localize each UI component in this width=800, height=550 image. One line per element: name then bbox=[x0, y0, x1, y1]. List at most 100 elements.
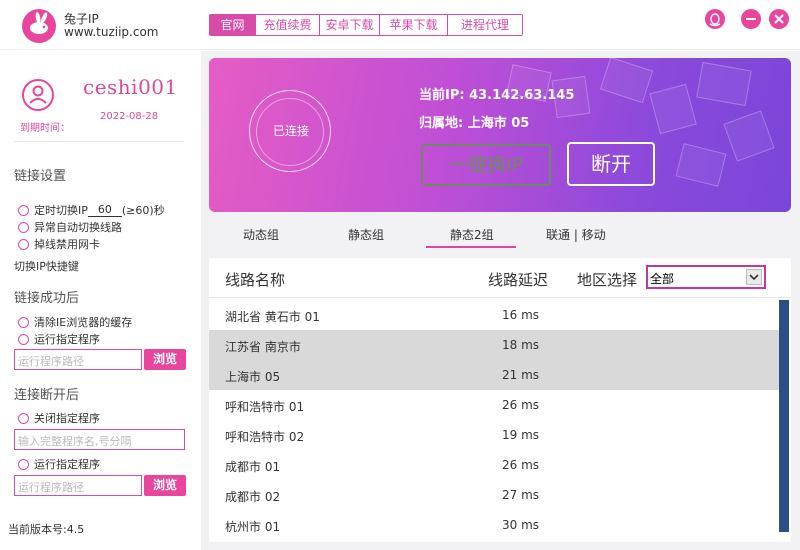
top-nav: 官网 充值续费 安卓下载 苹果下载 进程代理 bbox=[209, 14, 523, 36]
settings-sidebar: ceshi001 到期时间： 2022-08-28 链接设置 定时切换IP 60… bbox=[0, 51, 200, 550]
chevron-down-icon[interactable] bbox=[746, 269, 762, 285]
clear-cache-option[interactable]: 清除IE浏览器的缓存 bbox=[18, 314, 132, 330]
list-item[interactable]: 呼和浩特市 01 26 ms bbox=[209, 390, 779, 420]
current-ip: 当前IP: 43.142.63.145 bbox=[419, 88, 575, 103]
nav-android-download[interactable]: 安卓下载 bbox=[320, 15, 380, 35]
connection-banner: 已连接 当前IP: 43.142.63.145 归属地: 上海市 05 一键换I… bbox=[209, 58, 791, 212]
line-name: 杭州市 01 bbox=[225, 520, 281, 534]
decorative-tile bbox=[599, 58, 654, 104]
timed-switch-option[interactable]: 定时切换IP 60 (≥60)秒 bbox=[18, 202, 165, 218]
qq-icon[interactable] bbox=[705, 9, 725, 29]
expire-label: 到期时间： bbox=[20, 123, 70, 134]
clear-cache-radio[interactable] bbox=[18, 316, 29, 328]
line-list-header: 线路名称 线路延迟 地区选择 全部 bbox=[209, 258, 791, 298]
line-name: 上海市 05 bbox=[225, 370, 281, 384]
run-program-option[interactable]: 运行指定程序 bbox=[18, 331, 100, 347]
list-item[interactable]: 成都市 01 26 ms bbox=[209, 450, 779, 480]
connection-status-text: 已连接 bbox=[273, 124, 310, 138]
expire-date: 2022-08-28 bbox=[100, 111, 159, 122]
ip-location: 归属地: 上海市 05 bbox=[419, 116, 530, 131]
run-program-option-2[interactable]: 运行指定程序 bbox=[18, 456, 100, 472]
decorative-tile bbox=[675, 143, 727, 187]
run-program-radio-2[interactable] bbox=[18, 458, 29, 470]
region-select[interactable]: 全部 bbox=[646, 265, 766, 289]
minimize-icon[interactable] bbox=[741, 9, 761, 29]
list-item[interactable]: 湖北省 黄石市 01 16 ms bbox=[209, 300, 779, 330]
username: ceshi001 bbox=[83, 75, 178, 99]
timed-switch-suffix: (≥60)秒 bbox=[121, 204, 165, 217]
divider bbox=[14, 141, 184, 142]
list-item[interactable]: 杭州市 01 30 ms bbox=[209, 510, 779, 540]
timed-switch-seconds-input[interactable]: 60 bbox=[87, 203, 122, 217]
timed-switch-radio[interactable] bbox=[18, 204, 29, 216]
line-latency: 26 ms bbox=[502, 458, 540, 472]
auto-switch-option[interactable]: 异常自动切换线路 bbox=[18, 219, 122, 235]
tab-unicom-mobile[interactable]: 联通 | 移动 bbox=[546, 226, 606, 243]
title-bar: 兔子IP www.tuziip.com 官网 充值续费 安卓下载 苹果下载 进程… bbox=[0, 0, 800, 50]
line-name: 湖北省 黄石市 01 bbox=[225, 310, 320, 324]
auto-switch-label: 异常自动切换线路 bbox=[34, 221, 122, 234]
list-item[interactable]: 呼和浩特市 02 19 ms bbox=[209, 420, 779, 450]
run-program-label: 运行指定程序 bbox=[34, 333, 100, 346]
on-disconnect-title: 连接断开后 bbox=[14, 388, 80, 403]
browse-button[interactable]: 浏览 bbox=[144, 349, 186, 370]
line-latency: 21 ms bbox=[502, 368, 540, 382]
close-program-radio[interactable] bbox=[18, 412, 29, 424]
decorative-tile bbox=[696, 61, 752, 107]
line-name: 成都市 02 bbox=[225, 490, 281, 504]
col-line-name: 线路名称 bbox=[225, 271, 286, 289]
col-line-latency: 线路延迟 bbox=[488, 271, 549, 289]
line-name: 成都市 01 bbox=[225, 460, 281, 474]
group-tabs: 动态组 静态组 静态2组 联通 | 移动 bbox=[209, 218, 791, 248]
scrollbar-thumb[interactable] bbox=[779, 300, 789, 532]
list-scrollbar[interactable] bbox=[779, 300, 789, 532]
line-latency: 19 ms bbox=[502, 428, 540, 442]
close-icon[interactable] bbox=[769, 9, 789, 29]
nav-recharge[interactable]: 充值续费 bbox=[256, 15, 320, 35]
decorative-tile bbox=[723, 110, 775, 162]
close-program-option[interactable]: 关闭指定程序 bbox=[18, 410, 100, 426]
run-program-label-2: 运行指定程序 bbox=[34, 458, 100, 471]
program-path-input-2[interactable]: 运行程序路径 bbox=[14, 475, 142, 496]
list-item[interactable]: 上海市 05 21 ms bbox=[209, 360, 779, 390]
line-list: 湖北省 黄石市 01 16 ms 江苏省 南京市 18 ms 上海市 05 21… bbox=[209, 300, 779, 540]
line-list-panel: 线路名称 线路延迟 地区选择 全部 湖北省 黄石市 01 16 ms 江苏省 南… bbox=[209, 258, 791, 542]
disable-nic-option[interactable]: 掉线禁用网卡 bbox=[18, 236, 100, 252]
region-label: 地区选择 bbox=[577, 271, 638, 289]
app-url: www.tuziip.com bbox=[64, 25, 159, 39]
nav-ios-download[interactable]: 苹果下载 bbox=[380, 15, 448, 35]
disconnect-button[interactable]: 断开 bbox=[567, 142, 655, 186]
nav-process-proxy[interactable]: 进程代理 bbox=[448, 15, 522, 35]
line-name: 江苏省 南京市 bbox=[225, 340, 301, 354]
line-latency: 30 ms bbox=[502, 518, 540, 532]
timed-switch-label: 定时切换IP bbox=[34, 204, 88, 217]
link-settings-title: 链接设置 bbox=[14, 169, 67, 184]
switch-ip-button[interactable]: 一键换IP bbox=[421, 144, 551, 186]
close-program-input[interactable]: 输入完整程序名,号分隔 bbox=[14, 429, 185, 450]
nav-official-site[interactable]: 官网 bbox=[210, 15, 256, 35]
run-program-radio[interactable] bbox=[18, 333, 29, 345]
region-select-value: 全部 bbox=[650, 272, 675, 286]
list-item[interactable]: 江苏省 南京市 18 ms bbox=[209, 330, 779, 360]
shortcut-label[interactable]: 切换IP快捷键 bbox=[14, 258, 79, 274]
line-latency: 26 ms bbox=[502, 398, 540, 412]
line-latency: 27 ms bbox=[502, 488, 540, 502]
decorative-tile bbox=[649, 83, 697, 135]
line-latency: 18 ms bbox=[502, 338, 540, 352]
tab-dynamic-group[interactable]: 动态组 bbox=[243, 226, 279, 243]
line-name: 呼和浩特市 01 bbox=[225, 400, 305, 414]
disable-nic-label: 掉线禁用网卡 bbox=[34, 238, 100, 251]
clear-cache-label: 清除IE浏览器的缓存 bbox=[34, 316, 133, 329]
tab-static-group[interactable]: 静态组 bbox=[348, 226, 384, 243]
auto-switch-radio[interactable] bbox=[18, 221, 29, 233]
active-tab-indicator bbox=[426, 246, 516, 248]
tab-static-group-2[interactable]: 静态2组 bbox=[450, 226, 494, 243]
list-item[interactable]: 成都市 02 27 ms bbox=[209, 480, 779, 510]
browse-button-2[interactable]: 浏览 bbox=[144, 475, 186, 496]
on-success-title: 链接成功后 bbox=[14, 291, 80, 306]
disable-nic-radio[interactable] bbox=[18, 238, 29, 250]
rabbit-logo-icon bbox=[22, 9, 56, 43]
user-avatar-icon bbox=[22, 79, 54, 111]
line-latency: 16 ms bbox=[502, 308, 540, 322]
program-path-input[interactable]: 运行程序路径 bbox=[14, 349, 142, 370]
